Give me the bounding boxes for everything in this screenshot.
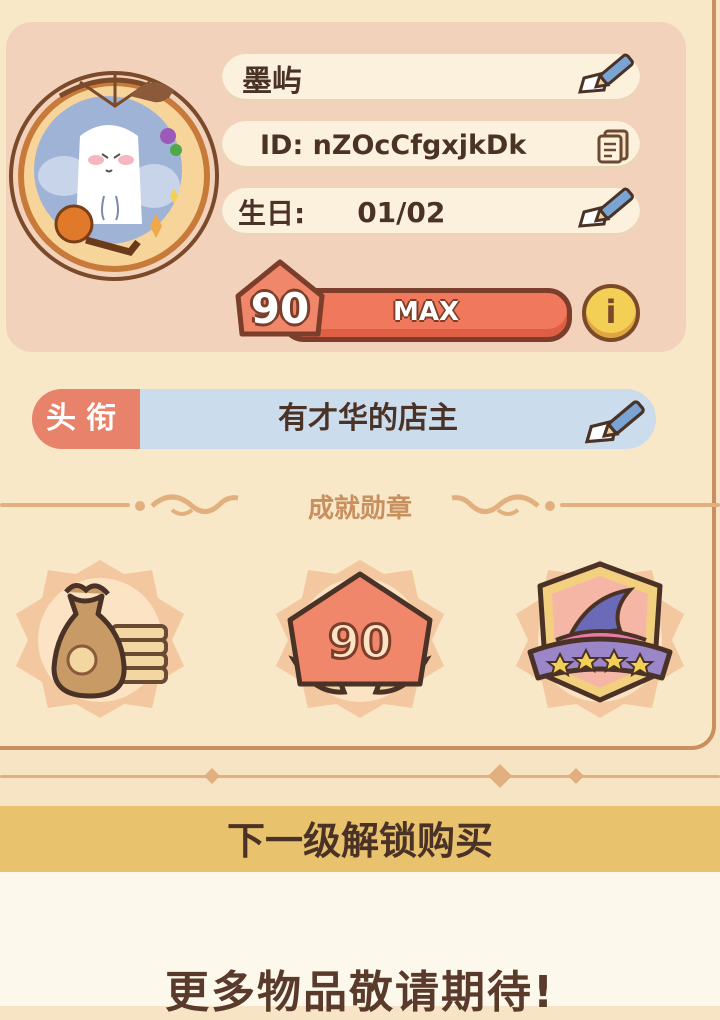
- witch-hat-stars-icon: [516, 560, 684, 718]
- divider: [560, 503, 720, 507]
- edit-birthday-icon[interactable]: [578, 176, 638, 232]
- id-field: ID: nZOcCfgxjkDk: [222, 121, 640, 169]
- copy-id-icon[interactable]: [596, 128, 630, 164]
- birthday-label: 生日:: [238, 197, 306, 230]
- birthday-field: 生日: 01/02: [222, 187, 640, 236]
- right-flourish-icon: [451, 494, 555, 516]
- badge-witch-hat[interactable]: [500, 556, 700, 722]
- player-name: 墨屿: [242, 64, 302, 99]
- badge-money-bag[interactable]: [0, 556, 200, 722]
- player-id: ID: nZOcCfgxjkDk: [260, 129, 527, 161]
- name-field: 墨屿: [222, 53, 640, 102]
- level-info-button[interactable]: i: [582, 284, 640, 342]
- edit-title-icon[interactable]: [582, 388, 652, 448]
- diamond-ornaments-icon: [204, 764, 584, 788]
- avatar-frame-decoration-icon: [54, 74, 182, 256]
- level-number: 90: [250, 284, 310, 333]
- money-bag-icon: [16, 560, 184, 718]
- player-title-row: 头衔 有才华的店主: [32, 389, 656, 449]
- badge-level-label: 90: [328, 615, 392, 669]
- birthday-value: 01/02: [357, 195, 446, 229]
- unlock-message: 更多物品敬请期待!: [164, 967, 556, 1018]
- edit-name-icon[interactable]: [578, 42, 638, 98]
- player-title: 有才华的店主: [278, 401, 458, 436]
- level-indicator: MAX 90: [230, 256, 572, 342]
- unlock-header: 下一级解锁购买: [0, 806, 720, 872]
- level-90-icon: 90: [276, 560, 444, 718]
- badge-level-90[interactable]: 90: [260, 556, 460, 722]
- title-tag: 头衔: [32, 389, 140, 449]
